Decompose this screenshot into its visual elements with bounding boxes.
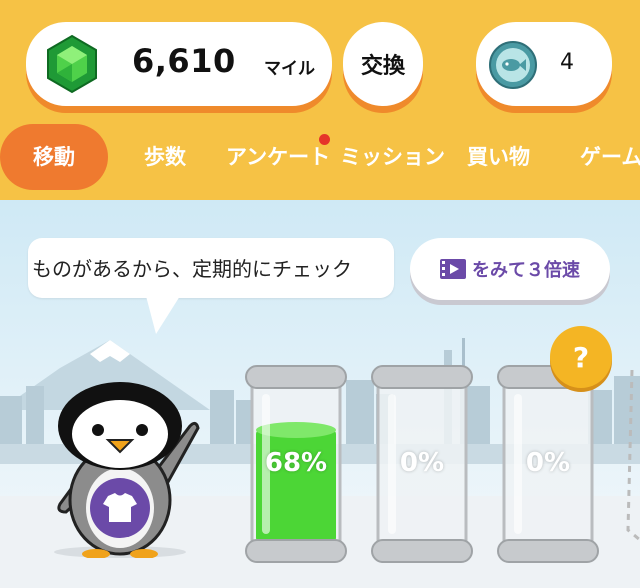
exchange-label: 交換 (360, 54, 405, 79)
progress-jar[interactable]: 68% (244, 364, 348, 564)
tab-move[interactable]: 移動 (0, 124, 108, 190)
miles-value: 6,610 (132, 42, 236, 80)
jar-percent-label: 0% (525, 448, 571, 478)
miles-unit-label: マイル (264, 59, 315, 79)
tab-label: 移動 (33, 145, 75, 169)
tab-missions[interactable]: ミッション (340, 124, 445, 190)
tshirt-icon (88, 476, 152, 540)
tab-steps[interactable]: 歩数 (144, 124, 186, 190)
tab-label: 買い物 (467, 145, 530, 169)
tab-label: アンケート (226, 145, 331, 169)
speech-text: ものがあるから、定期的にチェック (32, 257, 352, 281)
video-icon (440, 259, 466, 279)
travel-scene: ものがあるから、定期的にチェック をみて３倍速 68% 0% 0% ? (0, 200, 640, 588)
jar-percent-label: 68% (264, 448, 328, 478)
emerald-gem-icon (40, 32, 104, 96)
miles-pill[interactable]: 6,610 マイル (26, 22, 332, 106)
notification-dot (319, 134, 330, 145)
help-button[interactable]: ? (550, 326, 612, 388)
watch-video-label: をみて３倍速 (472, 260, 580, 281)
tickets-pill[interactable]: 4 (476, 22, 612, 106)
progress-jar[interactable]: 0% (370, 364, 474, 564)
tab-shopping[interactable]: 買い物 (467, 124, 530, 190)
fish-coin-icon (488, 40, 538, 90)
tab-label: ゲーム (580, 145, 640, 169)
tab-label: 歩数 (144, 145, 186, 169)
jar-percent-label: 0% (399, 448, 445, 478)
category-tabs: 移動 歩数 アンケート ミッション 買い物 ゲーム (0, 124, 640, 190)
help-label: ? (572, 340, 590, 374)
tab-label: ミッション (340, 145, 445, 169)
penguin-character[interactable] (40, 378, 200, 559)
tab-games[interactable]: ゲーム (580, 124, 640, 190)
progress-jar[interactable]: 0% (496, 364, 600, 564)
ticket-count: 4 (560, 50, 574, 75)
tab-survey[interactable]: アンケート (226, 124, 330, 190)
watch-video-boost-button[interactable]: をみて３倍速 (410, 238, 610, 300)
top-bar: 6,610 マイル 交換 4 移動 歩数 アンケート ミッション 買い物 ゲーム (0, 0, 640, 200)
exchange-button[interactable]: 交換 (343, 22, 423, 106)
speech-bubble: ものがあるから、定期的にチェック (28, 238, 394, 298)
speech-bubble-tail (146, 296, 180, 334)
